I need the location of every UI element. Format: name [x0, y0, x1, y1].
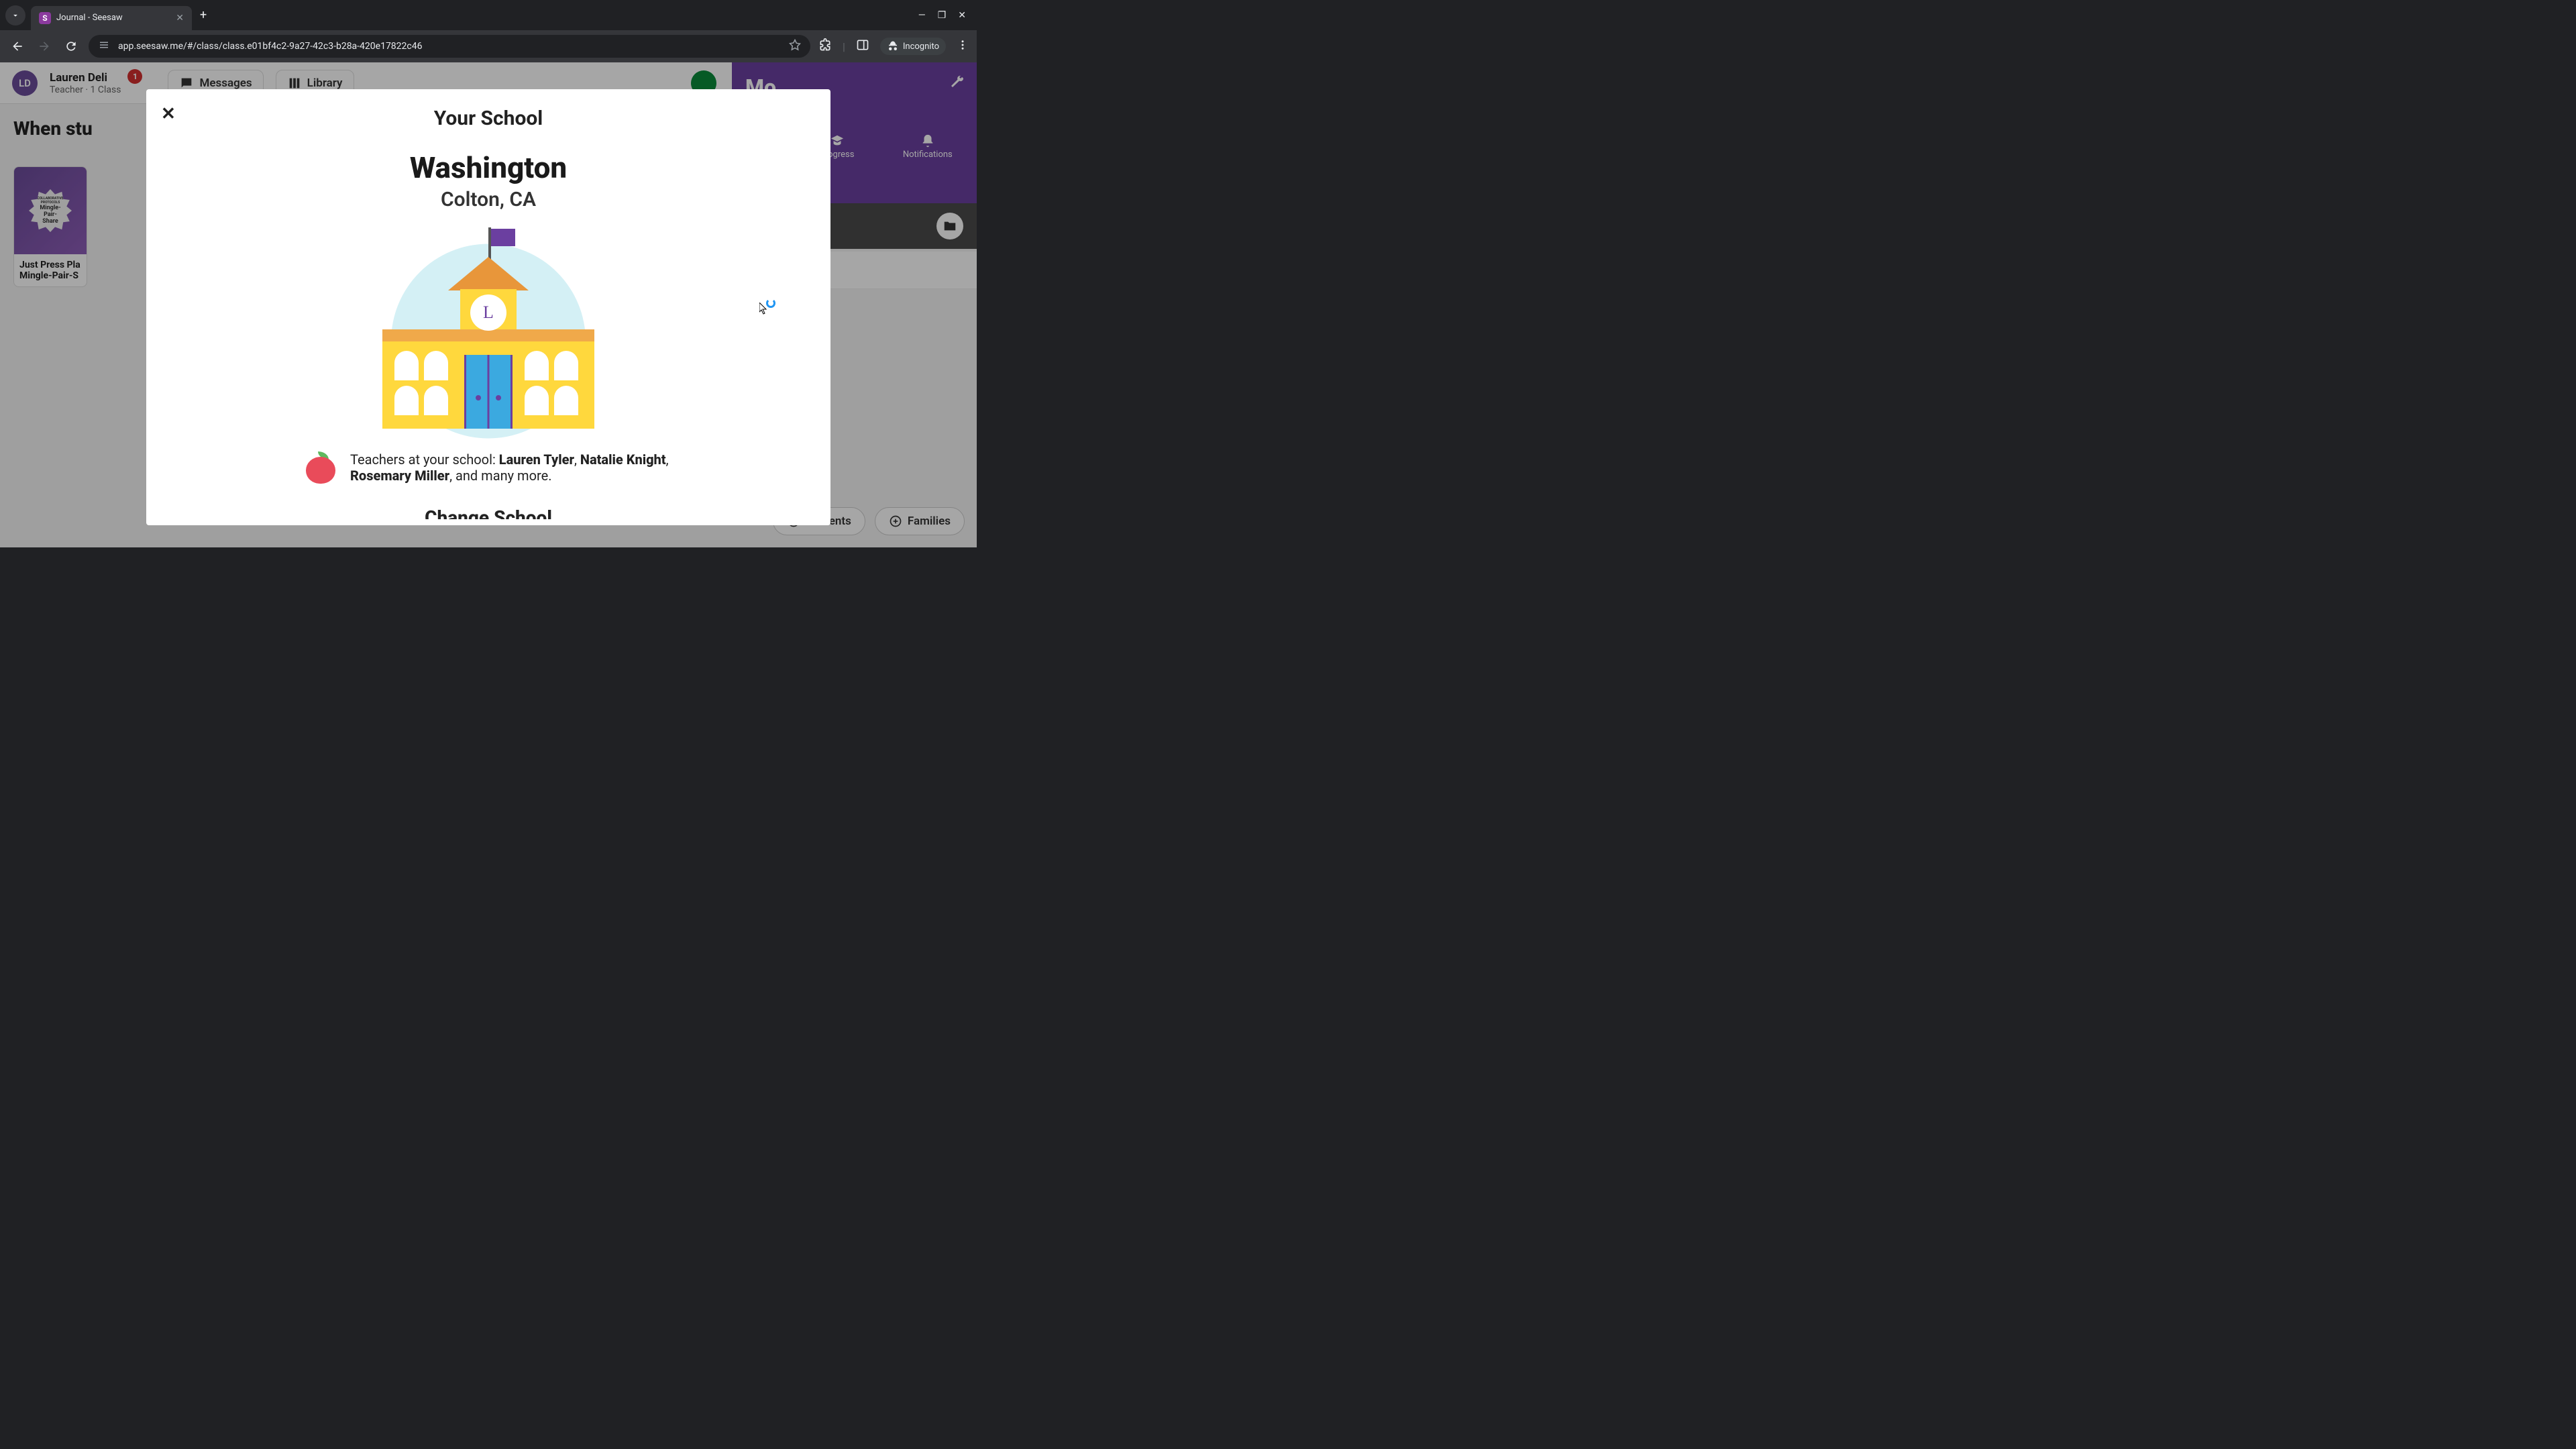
teacher-2: Natalie Knight — [580, 451, 666, 468]
close-modal-button[interactable]: ✕ — [161, 104, 176, 124]
browser-tab-strip: S Journal - Seesaw ✕ + — ❐ ✕ — [0, 0, 977, 30]
clock-icon: L — [470, 294, 506, 331]
star-icon — [789, 39, 801, 51]
browser-toolbar: app.seesaw.me/#/class/class.e01bf4c2-9a2… — [0, 30, 977, 62]
back-button[interactable] — [8, 37, 27, 56]
sep: , — [574, 451, 580, 468]
teachers-suffix: , and many more. — [449, 468, 551, 484]
puzzle-icon — [818, 38, 832, 52]
teacher-3: Rosemary Miller — [350, 468, 449, 484]
school-illustration: L — [374, 227, 602, 435]
teachers-info: Teachers at your school: Lauren Tyler, N… — [186, 451, 790, 484]
tab-title: Journal - Seesaw — [56, 13, 170, 23]
modal-title: Your School — [146, 89, 830, 137]
teachers-text: Teachers at your school: Lauren Tyler, N… — [350, 451, 672, 484]
change-school-link[interactable]: Change School — [186, 506, 790, 519]
side-panel-button[interactable] — [856, 38, 869, 54]
reload-button[interactable] — [62, 37, 80, 56]
site-info-icon[interactable] — [98, 39, 110, 54]
new-tab-button[interactable]: + — [200, 8, 207, 22]
seesaw-favicon: S — [39, 12, 51, 24]
maximize-button[interactable]: ❐ — [938, 10, 947, 21]
modal-overlay[interactable]: ✕ Your School Washington Colton, CA L — [0, 62, 977, 547]
reload-icon — [64, 40, 78, 53]
school-location: Colton, CA — [186, 188, 790, 211]
incognito-label: Incognito — [903, 42, 939, 52]
minimize-button[interactable]: — — [918, 10, 926, 21]
browser-tab[interactable]: S Journal - Seesaw ✕ — [31, 6, 192, 30]
kebab-icon — [957, 39, 969, 51]
school-name: Washington — [186, 150, 790, 185]
browser-menu-button[interactable] — [957, 39, 969, 54]
extensions-button[interactable] — [818, 38, 832, 54]
url-text: app.seesaw.me/#/class/class.e01bf4c2-9a2… — [118, 41, 781, 52]
incognito-icon — [887, 40, 899, 52]
close-window-button[interactable]: ✕ — [958, 10, 966, 21]
sep: , — [666, 451, 669, 468]
teacher-1: Lauren Tyler — [499, 451, 574, 468]
teachers-prefix: Teachers at your school: — [350, 451, 499, 468]
modal-body[interactable]: Washington Colton, CA L — [146, 137, 830, 519]
app-viewport: LD Lauren Deli Teacher · 1 Class 1 Messa… — [0, 62, 977, 547]
bookmark-button[interactable] — [789, 39, 801, 54]
school-modal: ✕ Your School Washington Colton, CA L — [146, 89, 830, 525]
tab-search-button[interactable] — [5, 5, 25, 25]
apple-icon — [305, 451, 337, 484]
forward-button[interactable] — [35, 37, 54, 56]
flag-icon — [491, 229, 515, 246]
panel-icon — [856, 38, 869, 52]
close-tab-button[interactable]: ✕ — [176, 13, 184, 23]
chevron-down-icon — [11, 11, 20, 20]
arrow-left-icon — [11, 40, 24, 53]
window-controls: — ❐ ✕ — [918, 10, 971, 21]
arrow-right-icon — [38, 40, 51, 53]
address-bar[interactable]: app.seesaw.me/#/class/class.e01bf4c2-9a2… — [89, 35, 810, 58]
incognito-badge[interactable]: Incognito — [880, 38, 946, 55]
toolbar-icons: | Incognito — [818, 38, 969, 55]
